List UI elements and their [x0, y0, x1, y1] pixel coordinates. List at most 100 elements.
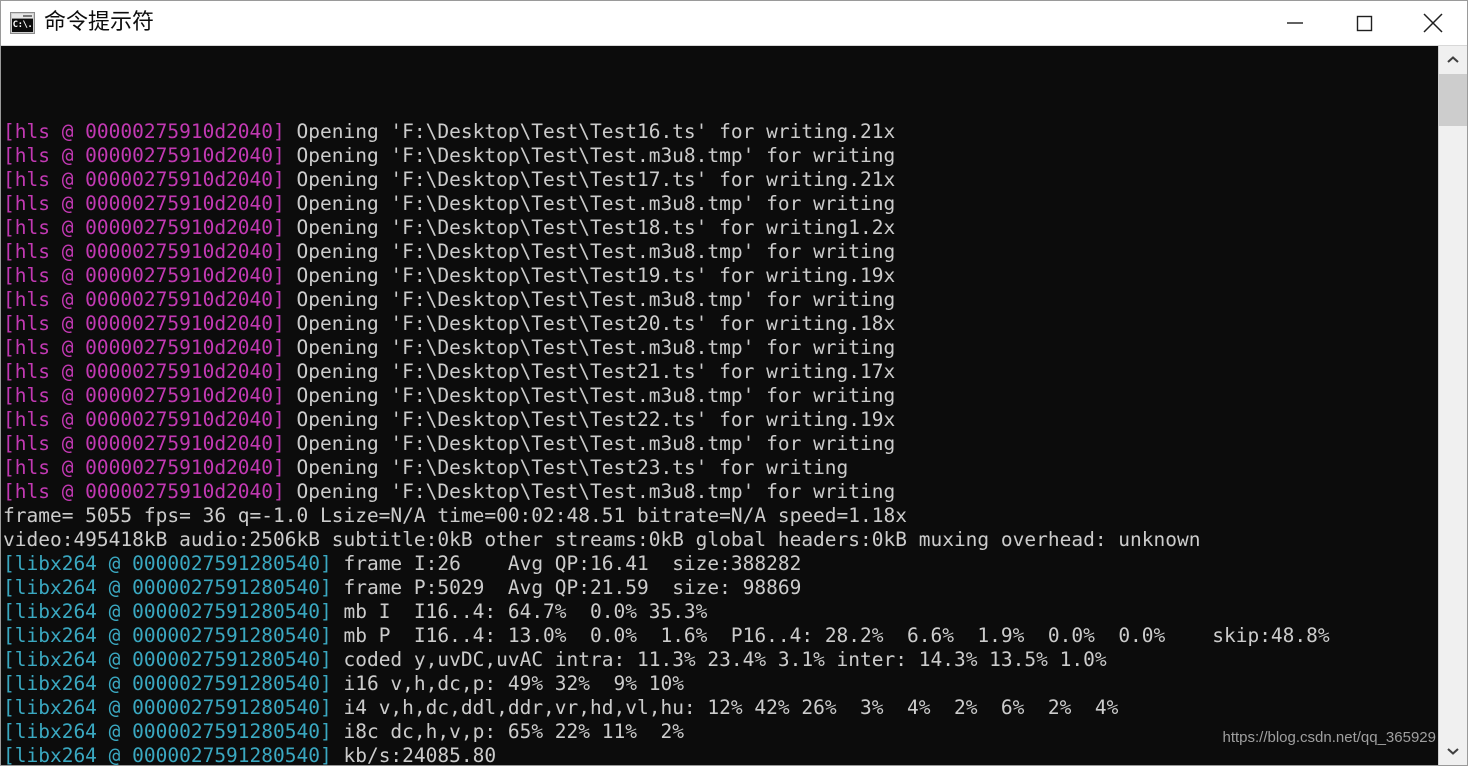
console-line: frame= 5055 fps= 36 q=-1.0 Lsize=N/A tim…: [3, 504, 1438, 528]
console-line-prefix: [hls @ 00000275910d2040]: [3, 216, 285, 239]
console-line-text: frame I:26 Avg QP:16.41 size:388282: [331, 552, 802, 575]
console-line-prefix: [libx264 @ 0000027591280540]: [3, 576, 332, 599]
console-line-prefix: [libx264 @ 0000027591280540]: [3, 744, 332, 765]
console-line-prefix: [hls @ 00000275910d2040]: [3, 480, 285, 503]
console-line: [libx264 @ 0000027591280540] mb P I16..4…: [3, 624, 1438, 648]
maximize-button[interactable]: [1329, 1, 1398, 45]
console-line: [hls @ 00000275910d2040] Opening 'F:\Des…: [3, 360, 1438, 384]
console-line-text: Opening 'F:\Desktop\Test\Test16.ts' for …: [284, 120, 896, 143]
window-title: 命令提示符: [44, 10, 155, 35]
console-line-prefix: [hls @ 00000275910d2040]: [3, 120, 285, 143]
console-line: video:495418kB audio:2506kB subtitle:0kB…: [3, 528, 1438, 552]
console-line-prefix: [hls @ 00000275910d2040]: [3, 432, 285, 455]
console-line-prefix: [hls @ 00000275910d2040]: [3, 264, 285, 287]
console-line-text: i16 v,h,dc,p: 49% 32% 9% 10%: [331, 672, 684, 695]
vertical-scrollbar[interactable]: [1438, 46, 1467, 765]
console-line: [libx264 @ 0000027591280540] i16 v,h,dc,…: [3, 672, 1438, 696]
console-line: [hls @ 00000275910d2040] Opening 'F:\Des…: [3, 312, 1438, 336]
console-line-prefix: [libx264 @ 0000027591280540]: [3, 696, 332, 719]
console-line: [libx264 @ 0000027591280540] frame P:502…: [3, 576, 1438, 600]
console-line-text: Opening 'F:\Desktop\Test\Test.m3u8.tmp' …: [284, 336, 896, 359]
console-line: [hls @ 00000275910d2040] Opening 'F:\Des…: [3, 456, 1438, 480]
console-line-text: Opening 'F:\Desktop\Test\Test.m3u8.tmp' …: [284, 480, 896, 503]
console-line: [hls @ 00000275910d2040] Opening 'F:\Des…: [3, 408, 1438, 432]
console-line-prefix: [libx264 @ 0000027591280540]: [3, 648, 332, 671]
console-line-prefix: [libx264 @ 0000027591280540]: [3, 672, 332, 695]
console-line-text: video:495418kB audio:2506kB subtitle:0kB…: [3, 528, 1201, 551]
console-line: [hls @ 00000275910d2040] Opening 'F:\Des…: [3, 216, 1438, 240]
console-line-text: i8c dc,h,v,p: 65% 22% 11% 2%: [331, 720, 684, 743]
console-line-prefix: [hls @ 00000275910d2040]: [3, 144, 285, 167]
console-line: [hls @ 00000275910d2040] Opening 'F:\Des…: [3, 288, 1438, 312]
minimize-icon: [1286, 22, 1303, 24]
console-line: [hls @ 00000275910d2040] Opening 'F:\Des…: [3, 336, 1438, 360]
close-icon: [1422, 13, 1443, 33]
title-bar[interactable]: C:\. 命令提示符: [1, 1, 1467, 46]
console-line-text: kb/s:24085.80: [331, 744, 497, 765]
scroll-up-button[interactable]: [1439, 46, 1467, 74]
console-line-prefix: [libx264 @ 0000027591280540]: [3, 552, 332, 575]
console-line: [hls @ 00000275910d2040] Opening 'F:\Des…: [3, 384, 1438, 408]
console-line-text: Opening 'F:\Desktop\Test\Test19.ts' for …: [284, 264, 896, 287]
title-bar-left: C:\. 命令提示符: [1, 10, 154, 36]
console-line-text: Opening 'F:\Desktop\Test\Test21.ts' for …: [284, 360, 896, 383]
console-line-text: Opening 'F:\Desktop\Test\Test22.ts' for …: [284, 408, 896, 431]
chevron-down-icon: [1447, 748, 1459, 755]
console-line-text: Opening 'F:\Desktop\Test\Test.m3u8.tmp' …: [284, 384, 896, 407]
console-line-prefix: [hls @ 00000275910d2040]: [3, 168, 285, 191]
scrollbar-track[interactable]: [1439, 74, 1467, 737]
console-line-text: Opening 'F:\Desktop\Test\Test20.ts' for …: [284, 312, 896, 335]
cmd-icon-glyph: C:\.: [12, 19, 33, 32]
command-prompt-window: C:\. 命令提示符 [hls @ 00000275910d2040] Open…: [0, 0, 1468, 766]
console-line: [hls @ 00000275910d2040] Opening 'F:\Des…: [3, 264, 1438, 288]
console-line-text: Opening 'F:\Desktop\Test\Test.m3u8.tmp' …: [284, 144, 896, 167]
console-line: [hls @ 00000275910d2040] Opening 'F:\Des…: [3, 240, 1438, 264]
console-line-prefix: [hls @ 00000275910d2040]: [3, 384, 285, 407]
console-line-text: mb I I16..4: 64.7% 0.0% 35.3%: [331, 600, 708, 623]
console-line: [libx264 @ 0000027591280540] i8c dc,h,v,…: [3, 720, 1438, 744]
console-line-text: i4 v,h,dc,ddl,ddr,vr,hd,vl,hu: 12% 42% 2…: [331, 696, 1119, 719]
console-line: [hls @ 00000275910d2040] Opening 'F:\Des…: [3, 432, 1438, 456]
console-line: [libx264 @ 0000027591280540] coded y,uvD…: [3, 648, 1438, 672]
console-line-text: Opening 'F:\Desktop\Test\Test17.ts' for …: [284, 168, 896, 191]
console-line-prefix: [hls @ 00000275910d2040]: [3, 312, 285, 335]
console-line-text: frame P:5029 Avg QP:21.59 size: 98869: [331, 576, 802, 599]
console-line: [libx264 @ 0000027591280540] mb I I16..4…: [3, 600, 1438, 624]
maximize-icon: [1356, 15, 1372, 32]
chevron-up-icon: [1447, 56, 1459, 63]
console-line: [hls @ 00000275910d2040] Opening 'F:\Des…: [3, 480, 1438, 504]
close-button[interactable]: [1398, 1, 1467, 45]
console-line-prefix: [libx264 @ 0000027591280540]: [3, 720, 332, 743]
console-output[interactable]: [hls @ 00000275910d2040] Opening 'F:\Des…: [1, 46, 1438, 765]
scroll-down-button[interactable]: [1439, 737, 1467, 765]
console-line-prefix: [hls @ 00000275910d2040]: [3, 192, 285, 215]
console-line-text: coded y,uvDC,uvAC intra: 11.3% 23.4% 3.1…: [331, 648, 1107, 671]
console-line-text: Opening 'F:\Desktop\Test\Test.m3u8.tmp' …: [284, 192, 896, 215]
console-line-text: mb P I16..4: 13.0% 0.0% 1.6% P16..4: 28.…: [331, 624, 1330, 647]
console-line: [libx264 @ 0000027591280540] kb/s:24085.…: [3, 744, 1438, 765]
console-line: [hls @ 00000275910d2040] Opening 'F:\Des…: [3, 120, 1438, 144]
scrollbar-thumb[interactable]: [1439, 74, 1467, 126]
console-line: [libx264 @ 0000027591280540] i4 v,h,dc,d…: [3, 696, 1438, 720]
console-line-prefix: [hls @ 00000275910d2040]: [3, 240, 285, 263]
console-line: [hls @ 00000275910d2040] Opening 'F:\Des…: [3, 144, 1438, 168]
console-line-prefix: [libx264 @ 0000027591280540]: [3, 600, 332, 623]
console-line: [hls @ 00000275910d2040] Opening 'F:\Des…: [3, 192, 1438, 216]
console-line: [hls @ 00000275910d2040] Opening 'F:\Des…: [3, 168, 1438, 192]
console-line-prefix: [libx264 @ 0000027591280540]: [3, 624, 332, 647]
console-line-text: Opening 'F:\Desktop\Test\Test.m3u8.tmp' …: [284, 288, 896, 311]
console-line-text: Opening 'F:\Desktop\Test\Test23.ts' for …: [284, 456, 849, 479]
console-line-prefix: [hls @ 00000275910d2040]: [3, 360, 285, 383]
console-line-prefix: [hls @ 00000275910d2040]: [3, 288, 285, 311]
console-area: [hls @ 00000275910d2040] Opening 'F:\Des…: [1, 46, 1467, 765]
console-line: [libx264 @ 0000027591280540] frame I:26 …: [3, 552, 1438, 576]
console-line-text: Opening 'F:\Desktop\Test\Test18.ts' for …: [284, 216, 896, 239]
console-line-prefix: [hls @ 00000275910d2040]: [3, 456, 285, 479]
window-controls: [1260, 1, 1467, 45]
console-line-text: Opening 'F:\Desktop\Test\Test.m3u8.tmp' …: [284, 432, 896, 455]
console-line-prefix: [hls @ 00000275910d2040]: [3, 336, 285, 359]
minimize-button[interactable]: [1260, 1, 1329, 45]
console-line-text: Opening 'F:\Desktop\Test\Test.m3u8.tmp' …: [284, 240, 896, 263]
cmd-icon: C:\.: [10, 12, 35, 34]
console-line-text: frame= 5055 fps= 36 q=-1.0 Lsize=N/A tim…: [3, 504, 907, 527]
